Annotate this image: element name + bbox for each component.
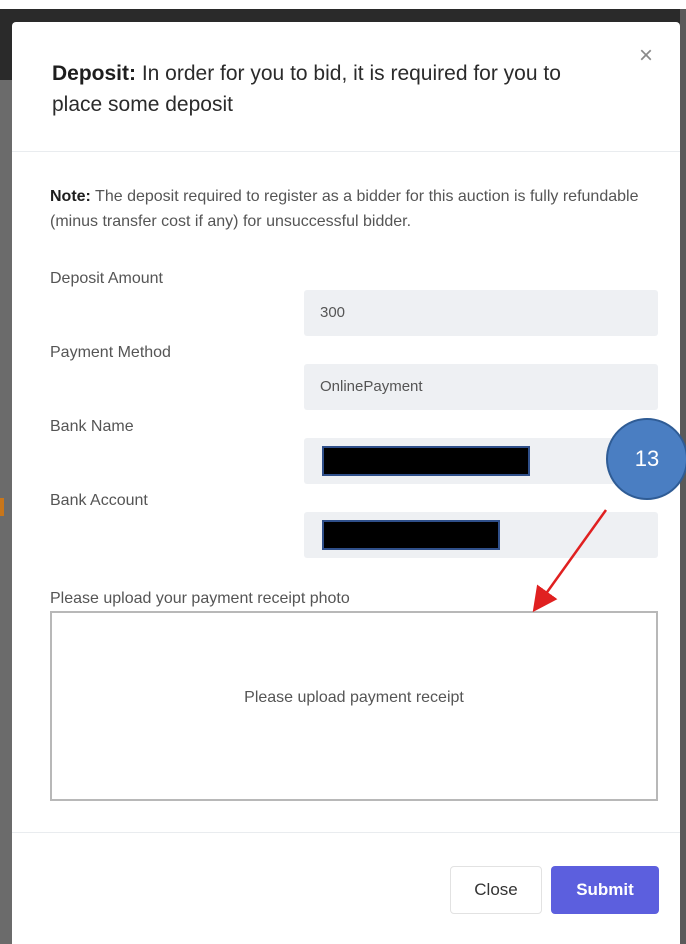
bank-account-label: Bank Account (50, 492, 148, 509)
payment-method-label: Payment Method (50, 344, 171, 361)
submit-button[interactable]: Submit (551, 866, 659, 914)
modal-footer: Close Submit (12, 832, 680, 942)
bank-name-label: Bank Name (50, 418, 134, 435)
modal-title-bold: Deposit: (52, 62, 136, 85)
deposit-amount-label: Deposit Amount (50, 270, 163, 287)
upload-label: Please upload your payment receipt photo (50, 590, 350, 607)
redacted-bank-account (322, 520, 500, 550)
page-top-strip (0, 0, 686, 9)
modal-title: Deposit: In order for you to bid, it is … (52, 58, 592, 120)
deposit-modal: Deposit: In order for you to bid, it is … (12, 22, 680, 942)
deposit-amount-field: 300 (304, 290, 658, 336)
note-text: The deposit required to register as a bi… (50, 188, 639, 230)
close-button[interactable]: Close (450, 866, 542, 914)
backdrop-accent-mark (0, 498, 4, 516)
refund-note: Note: The deposit required to register a… (50, 184, 660, 234)
modal-header: Deposit: In order for you to bid, it is … (12, 22, 680, 152)
upload-placeholder: Please upload payment receipt (244, 689, 464, 706)
receipt-upload-dropzone[interactable]: Please upload payment receipt (50, 611, 658, 801)
bank-account-field (304, 512, 658, 558)
page-backdrop-left (0, 80, 12, 944)
bank-name-field (304, 438, 658, 484)
annotation-callout-badge: 13 (606, 418, 686, 500)
close-icon[interactable]: × (634, 44, 658, 68)
redacted-bank-name (322, 446, 530, 476)
note-bold: Note: (50, 188, 91, 205)
payment-method-field: OnlinePayment (304, 364, 658, 410)
